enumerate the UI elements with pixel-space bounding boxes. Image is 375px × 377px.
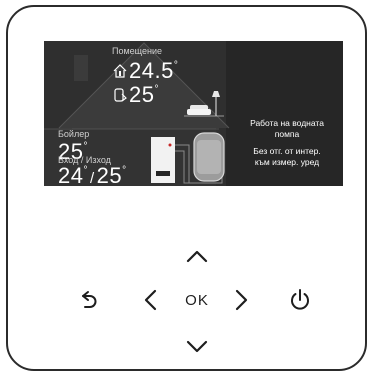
status-line: Работа на водната bbox=[250, 118, 324, 128]
left-button[interactable] bbox=[138, 285, 162, 315]
degree-symbol: ° bbox=[83, 141, 88, 152]
up-button[interactable] bbox=[182, 243, 212, 269]
degree-symbol: ° bbox=[83, 165, 88, 176]
display-screen: Помещение 24.5° 25° Бойлер 25° Вход / Из… bbox=[44, 41, 343, 186]
back-arrow-icon bbox=[82, 291, 97, 308]
right-button[interactable] bbox=[229, 285, 253, 315]
chevron-right-icon bbox=[235, 289, 247, 311]
boiler-unit-icon bbox=[151, 137, 175, 183]
room-set-temp: 25° bbox=[129, 84, 159, 106]
back-button[interactable] bbox=[75, 285, 103, 315]
outlet-temp-value: 25 bbox=[96, 163, 123, 187]
room-label: Помещение bbox=[112, 46, 162, 56]
boiler-label: Бойлер bbox=[58, 129, 90, 139]
down-button[interactable] bbox=[182, 333, 212, 359]
ok-button[interactable]: OK bbox=[177, 288, 217, 312]
inlet-temp-value: 24 bbox=[58, 163, 84, 187]
chevron-up-icon bbox=[186, 250, 208, 262]
status-line: към измер. уред bbox=[254, 157, 320, 168]
room-set-temp-value: 25 bbox=[129, 82, 155, 107]
status-line: помпа bbox=[274, 129, 300, 140]
status-message: Работа на водната помпа Без отг. от инте… bbox=[230, 118, 343, 169]
chevron-left-icon bbox=[144, 289, 156, 311]
degree-symbol: ° bbox=[122, 165, 127, 176]
flow-temps: 24°/25° bbox=[58, 163, 127, 187]
power-button[interactable] bbox=[285, 284, 315, 316]
degree-symbol: ° bbox=[173, 60, 179, 71]
flow-separator: / bbox=[89, 170, 95, 186]
status-line: Без отг. от интер. bbox=[253, 145, 321, 156]
setpoint-icon bbox=[114, 88, 127, 102]
room-current-temp-value: 24.5 bbox=[129, 58, 174, 83]
room-current-temp: 24.5° bbox=[129, 60, 178, 82]
home-temp-icon bbox=[113, 64, 127, 78]
chevron-down-icon bbox=[186, 340, 208, 352]
power-icon bbox=[291, 289, 309, 310]
ok-label: OK bbox=[185, 291, 209, 309]
degree-symbol: ° bbox=[154, 84, 159, 95]
